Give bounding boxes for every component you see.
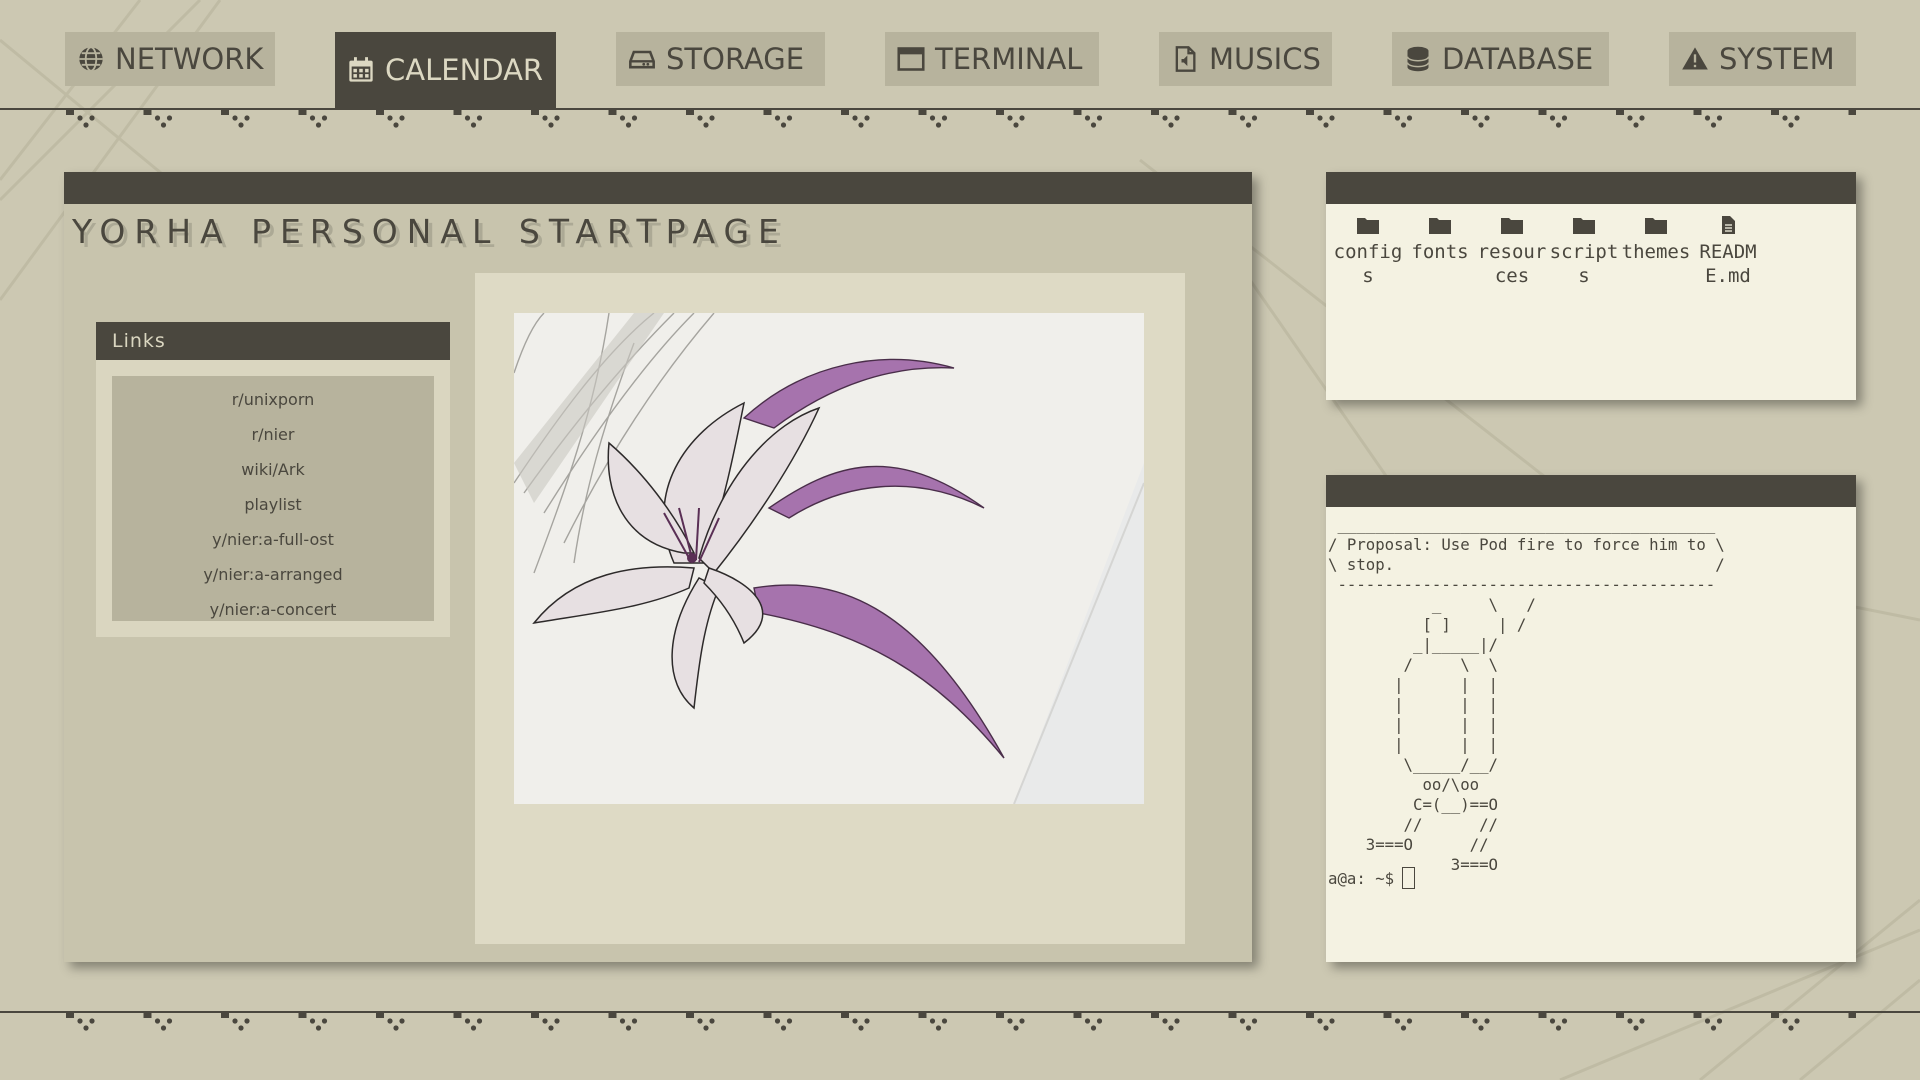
file-name: README.md	[1699, 241, 1757, 287]
link-item[interactable]: r/unixporn	[112, 382, 434, 417]
nav-system[interactable]: SYSTEM	[1669, 32, 1856, 86]
terminal-prompt: a@a: ~$	[1328, 868, 1395, 888]
top-navigation: NETWORK CALENDAR STORAGE TERMINAL MUSICS…	[0, 0, 1920, 108]
file-manager-window: configs fonts resources scripts themes R…	[1326, 172, 1856, 400]
file-name: resources	[1477, 241, 1547, 287]
file-item-scripts[interactable]: scripts	[1548, 216, 1620, 288]
top-dot-pattern	[66, 108, 1856, 138]
link-item[interactable]: y/nier:a-concert	[112, 592, 434, 627]
link-item[interactable]: y/nier:a-full-ost	[112, 522, 434, 557]
window-titlebar	[1326, 172, 1856, 204]
file-name: scripts	[1549, 241, 1619, 287]
file-name: configs	[1333, 241, 1403, 287]
nav-musics[interactable]: MUSICS	[1159, 32, 1332, 86]
file-item-configs[interactable]: configs	[1332, 216, 1404, 288]
link-item[interactable]: y/nier:a-arranged	[112, 557, 434, 592]
music-file-icon	[1175, 46, 1196, 72]
file-item-resources[interactable]: resources	[1476, 216, 1548, 288]
terminal-cursor	[1402, 867, 1416, 889]
calendar-icon	[349, 57, 373, 82]
page-title: YORHA PERSONAL STARTPAGE	[72, 212, 788, 251]
links-list: r/unixporn r/nier wiki/Ark playlist y/ni…	[112, 376, 434, 621]
nav-calendar[interactable]: CALENDAR	[335, 32, 556, 108]
nav-label: STORAGE	[666, 42, 805, 76]
folder-icon	[1645, 218, 1667, 234]
links-panel: Links r/unixporn r/nier wiki/Ark playlis…	[96, 322, 450, 637]
file-name: themes	[1621, 241, 1691, 263]
nav-label: NETWORK	[115, 42, 264, 76]
nav-database[interactable]: DATABASE	[1392, 32, 1609, 86]
startpage-window: YORHA PERSONAL STARTPAGE Links r/unixpor…	[64, 172, 1252, 962]
globe-icon	[79, 46, 103, 72]
file-grid: configs fonts resources scripts themes R…	[1332, 216, 1764, 288]
nav-label: MUSICS	[1209, 42, 1321, 76]
nav-network[interactable]: NETWORK	[65, 32, 275, 86]
folder-icon	[1357, 218, 1379, 234]
drive-icon	[629, 50, 655, 69]
nav-label: DATABASE	[1442, 42, 1594, 76]
file-item-themes[interactable]: themes	[1620, 216, 1692, 288]
terminal-output: ________________________________________…	[1328, 515, 1725, 874]
link-item[interactable]: playlist	[112, 487, 434, 522]
nav-label: CALENDAR	[385, 53, 544, 87]
window-titlebar	[64, 172, 1252, 204]
link-item[interactable]: r/nier	[112, 417, 434, 452]
window-icon	[897, 47, 925, 71]
file-item-fonts[interactable]: fonts	[1404, 216, 1476, 288]
terminal-window: ________________________________________…	[1326, 475, 1856, 962]
window-titlebar	[1326, 475, 1856, 507]
nav-storage[interactable]: STORAGE	[616, 32, 825, 86]
nav-label: TERMINAL	[935, 42, 1083, 76]
file-name: fonts	[1411, 241, 1469, 263]
bottom-dot-pattern	[66, 1011, 1856, 1041]
file-icon	[1722, 216, 1735, 234]
terminal-input-line[interactable]: a@a: ~$	[1328, 867, 1416, 889]
database-icon	[1406, 46, 1430, 72]
nav-label: SYSTEM	[1719, 42, 1835, 76]
folder-icon	[1429, 218, 1451, 234]
folder-icon	[1573, 218, 1595, 234]
nav-terminal[interactable]: TERMINAL	[885, 32, 1099, 86]
image-pane	[475, 273, 1185, 944]
lily-illustration	[514, 313, 1144, 804]
file-item-readme[interactable]: README.md	[1692, 216, 1764, 288]
links-header: Links	[96, 322, 450, 360]
warning-icon	[1682, 47, 1708, 70]
folder-icon	[1501, 218, 1523, 234]
link-item[interactable]: wiki/Ark	[112, 452, 434, 487]
